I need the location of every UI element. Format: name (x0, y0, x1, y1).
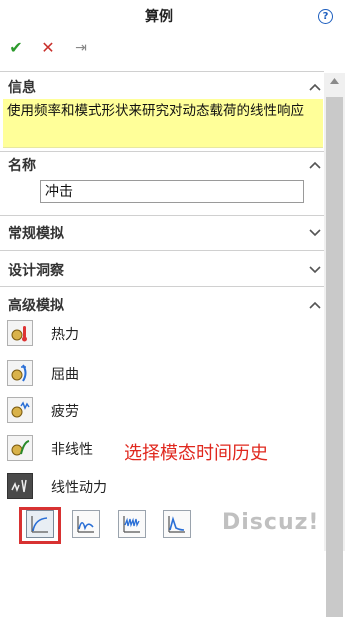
chevron-up-icon[interactable] (308, 298, 322, 312)
toolbar: ✔ ✕ ⇥ (0, 38, 346, 58)
divider (0, 151, 324, 152)
info-message-text: 使用频率和模式形状来研究对动态载荷的线性响应 (7, 103, 304, 119)
study-property-manager: 算例 ? ✔ ✕ ⇥ 信息 使用频率和模式形状来研究对动态载荷的线性响应 名称 … (0, 0, 346, 617)
study-name-input[interactable]: 冲击 (40, 180, 304, 203)
advanced-simulation-section-header[interactable]: 高级模拟 (8, 295, 64, 315)
chevron-down-icon[interactable] (308, 263, 322, 277)
help-icon[interactable]: ? (318, 9, 333, 24)
divider (0, 71, 324, 72)
chevron-up-icon[interactable] (308, 80, 322, 94)
buckling-icon[interactable] (7, 360, 33, 386)
chevron-down-icon[interactable] (308, 226, 322, 240)
divider (0, 215, 324, 216)
annotation-text: 选择模态时间历史 (124, 443, 268, 464)
fatigue-icon[interactable] (7, 397, 33, 423)
ok-icon[interactable]: ✔ (6, 38, 26, 58)
cancel-icon[interactable]: ✕ (38, 38, 58, 58)
divider (0, 250, 324, 251)
harmonic-icon[interactable] (72, 510, 100, 538)
study-type-label: 非线性 (51, 442, 93, 458)
linear-dynamic-icon[interactable] (7, 473, 33, 499)
random-vibration-icon[interactable] (118, 510, 146, 538)
name-section-header[interactable]: 名称 (8, 155, 36, 175)
study-type-label: 屈曲 (51, 367, 79, 383)
thermal-icon[interactable] (7, 320, 33, 346)
divider (0, 286, 324, 287)
general-simulation-section-header[interactable]: 常规模拟 (8, 223, 64, 243)
study-type-buckling[interactable]: 屈曲 (7, 360, 207, 388)
study-type-fatigue[interactable]: 疲劳 (7, 397, 207, 425)
vertical-scrollbar[interactable] (324, 73, 345, 617)
study-type-label: 线性动力 (51, 480, 107, 496)
pin-icon[interactable]: ⇥ (71, 38, 91, 58)
panel-title: 算例 (145, 9, 173, 25)
design-insight-section-header[interactable]: 设计洞察 (8, 260, 64, 280)
response-spectrum-icon[interactable] (163, 510, 191, 538)
study-type-thermal[interactable]: 热力 (7, 320, 207, 348)
watermark-text: Discuz! (222, 510, 320, 535)
scrollbar-thumb[interactable] (326, 97, 343, 617)
scroll-up-arrow-icon[interactable] (324, 73, 345, 89)
study-type-label: 疲劳 (51, 404, 79, 420)
study-type-linear-dynamic[interactable]: 线性动力 (7, 473, 207, 501)
info-section-header[interactable]: 信息 (8, 77, 36, 97)
study-type-label: 热力 (51, 327, 79, 343)
modal-time-history-icon[interactable] (26, 510, 54, 538)
info-message-box: 使用频率和模式形状来研究对动态载荷的线性响应 (3, 99, 323, 148)
chevron-up-icon[interactable] (308, 158, 322, 172)
nonlinear-icon[interactable] (7, 435, 33, 461)
